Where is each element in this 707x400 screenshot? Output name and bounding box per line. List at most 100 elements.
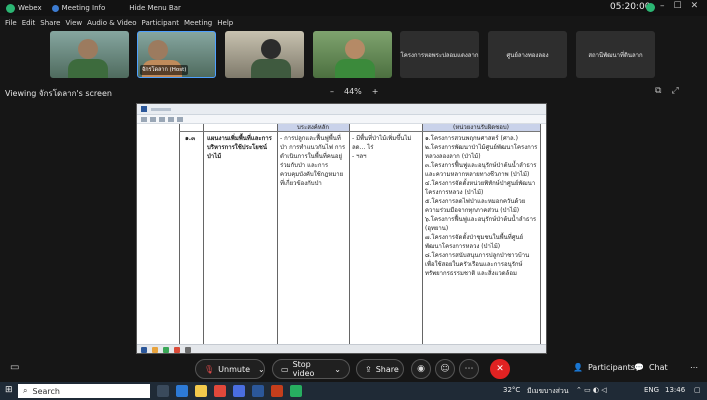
- project-item: ๔.โครงการจัดตั้งหน่วยพิทักษ์ป่าศูนย์พัฒน…: [425, 180, 536, 196]
- table-border: [349, 124, 350, 344]
- menu-meeting[interactable]: Meeting: [184, 19, 212, 27]
- table-border: [203, 124, 204, 344]
- table-header: บระสงค์หลัก: [277, 124, 349, 131]
- menu-help[interactable]: Help: [217, 19, 233, 27]
- camera-icon: ▭: [281, 364, 289, 374]
- table-border: [179, 131, 540, 132]
- participant-tile[interactable]: [225, 31, 304, 78]
- weather-temp[interactable]: 32°C: [503, 386, 520, 394]
- participant-tile-host[interactable]: จักรโดลาก (Host): [137, 31, 216, 78]
- weather-text[interactable]: มีเมฆบางส่วน: [527, 386, 569, 397]
- remote-taskbar: [137, 344, 546, 353]
- task-view-icon[interactable]: [157, 385, 169, 397]
- mic-muted-icon: 🎙: [204, 364, 215, 374]
- participants-button[interactable]: 👤 Participants: [573, 363, 635, 372]
- view-options: ⧉ ⤢: [655, 86, 679, 96]
- zoom-control: – 44% +: [330, 87, 378, 96]
- webex-icon: [6, 3, 15, 13]
- project-item: ๕.โครงการลดไฟป่าและหมอกควันด้วยความร่วมม…: [425, 198, 526, 214]
- project-item: ๘.โครงการสนับสนุนการปลูกป่าชาวบ้านเพื่อใ…: [425, 252, 530, 277]
- chat-button[interactable]: 💬 Chat: [634, 363, 668, 372]
- fullscreen-icon[interactable]: ⤢: [671, 86, 678, 96]
- store-icon[interactable]: [233, 385, 245, 397]
- title-bar: Webex Meeting Info Hide Menu Bar: [0, 0, 707, 16]
- caption-icon[interactable]: ▭: [10, 362, 19, 373]
- popout-icon[interactable]: ⧉: [655, 86, 661, 96]
- indicators-cell: - มีพื้นที่ป่าไม้เพิ่มขึ้นไม่ลด... ไร่ -…: [352, 135, 412, 160]
- menu-edit[interactable]: Edit: [22, 19, 36, 27]
- edge-icon[interactable]: [176, 385, 188, 397]
- menu-bar: File Edit Share View Audio & Video Parti…: [0, 16, 707, 29]
- participant-tile[interactable]: ศูนย์ลางทองลอง: [488, 31, 567, 78]
- notification-icon[interactable]: ▢: [694, 386, 701, 394]
- project-item: ๗.โครงการจัดตั้งป่าชุมชนในพื้นที่ศูนย์พั…: [425, 234, 524, 250]
- participant-video: [78, 39, 98, 59]
- powerpoint-icon[interactable]: [271, 385, 283, 397]
- language-indicator[interactable]: ENG: [644, 386, 659, 394]
- participant-video: [261, 39, 281, 59]
- remote-app-icon: [185, 347, 191, 353]
- participant-video-body: [335, 59, 375, 78]
- zoom-in-button[interactable]: +: [372, 87, 379, 96]
- record-icon[interactable]: ◉: [411, 359, 431, 379]
- project-item: ๒.โครงการพัฒนาป่าไม้ศูนย์พัฒนาโครงการหลว…: [425, 144, 538, 160]
- webex-taskbar-icon[interactable]: [290, 385, 302, 397]
- taskbar-clock[interactable]: 13:46: [665, 386, 685, 394]
- shared-screen[interactable]: บระสงค์หลัก (หน่วยงานรับผิดชอบ) ๑.๓ แผนง…: [136, 103, 547, 354]
- minimize-icon[interactable]: –: [660, 1, 665, 11]
- menu-file[interactable]: File: [5, 19, 17, 27]
- participants-icon: 👤: [573, 363, 583, 372]
- more-options-icon[interactable]: ⋯: [459, 359, 479, 379]
- remote-app-icon: [152, 347, 158, 353]
- quick-access-icon: [151, 107, 171, 111]
- participant-tile[interactable]: [50, 31, 129, 78]
- window-controls: – ☐ ✕: [660, 1, 698, 11]
- app-icon: [141, 106, 147, 112]
- participant-name: ศูนย์ลางทองลอง: [506, 51, 549, 59]
- project-item: ๖.โครงการฟื้นฟูและอนุรักษ์ป่าต้นน้ำลำธาร…: [425, 216, 537, 232]
- word-icon[interactable]: [252, 385, 264, 397]
- chat-icon: 💬: [634, 363, 644, 372]
- menu-audio-video[interactable]: Audio & Video: [87, 19, 136, 27]
- participant-tile[interactable]: [313, 31, 392, 78]
- meeting-controls: ▭ 🎙 Unmute ⌄ ▭ Stop video ⌄ ⇪ Share ◉ ☺ …: [0, 354, 707, 382]
- windows-start-icon[interactable]: ⊞: [5, 385, 13, 395]
- menu-participant[interactable]: Participant: [142, 19, 179, 27]
- end-call-button[interactable]: ✕: [490, 359, 510, 379]
- menu-view[interactable]: View: [65, 19, 82, 27]
- share-button[interactable]: ⇪ Share: [356, 359, 404, 379]
- meeting-info-button[interactable]: Meeting Info: [51, 4, 105, 12]
- participant-tile[interactable]: โครงการหอพระปลอมแดงลาก: [400, 31, 479, 78]
- participant-name: จักรโดลาก (Host): [140, 65, 189, 75]
- stop-video-button[interactable]: ▭ Stop video ⌄: [272, 359, 350, 379]
- maximize-icon[interactable]: ☐: [674, 1, 682, 11]
- participant-video-body: [251, 59, 291, 78]
- security-icon[interactable]: [646, 3, 655, 12]
- webex-logo[interactable]: Webex: [6, 3, 42, 13]
- close-icon[interactable]: ✕: [691, 1, 699, 11]
- zoom-out-button[interactable]: –: [330, 87, 334, 96]
- chevron-down-icon[interactable]: ⌄: [334, 365, 341, 374]
- taskbar-search[interactable]: ⌕ Search: [18, 384, 150, 398]
- document-ribbon: [137, 115, 546, 124]
- file-explorer-icon[interactable]: [195, 385, 207, 397]
- remote-app-icon: [141, 347, 147, 353]
- zoom-level[interactable]: 44%: [344, 87, 362, 96]
- reactions-icon[interactable]: ☺: [435, 359, 455, 379]
- info-icon: [51, 4, 59, 12]
- menu-share[interactable]: Share: [40, 19, 60, 27]
- chrome-icon[interactable]: [214, 385, 226, 397]
- unmute-button[interactable]: 🎙 Unmute ⌄: [195, 359, 265, 379]
- tray-icons[interactable]: ⌃ ▭ ◐ ◁: [576, 386, 607, 394]
- ribbon-icon: [150, 116, 156, 122]
- hide-menu-bar-button[interactable]: Hide Menu Bar: [129, 4, 181, 12]
- table-border: [179, 124, 180, 344]
- ribbon-icon: [177, 116, 183, 122]
- viewing-label: Viewing จักรโดลาก's screen: [5, 88, 112, 98]
- meeting-timer: 05:20:00: [610, 2, 651, 12]
- remote-app-icon: [163, 347, 169, 353]
- participant-tile[interactable]: สถานีพัฒนาที่ดินลาก: [576, 31, 655, 78]
- remote-app-icon: [174, 347, 180, 353]
- chevron-down-icon[interactable]: ⌄: [258, 365, 265, 374]
- more-icon[interactable]: ⋯: [690, 363, 698, 372]
